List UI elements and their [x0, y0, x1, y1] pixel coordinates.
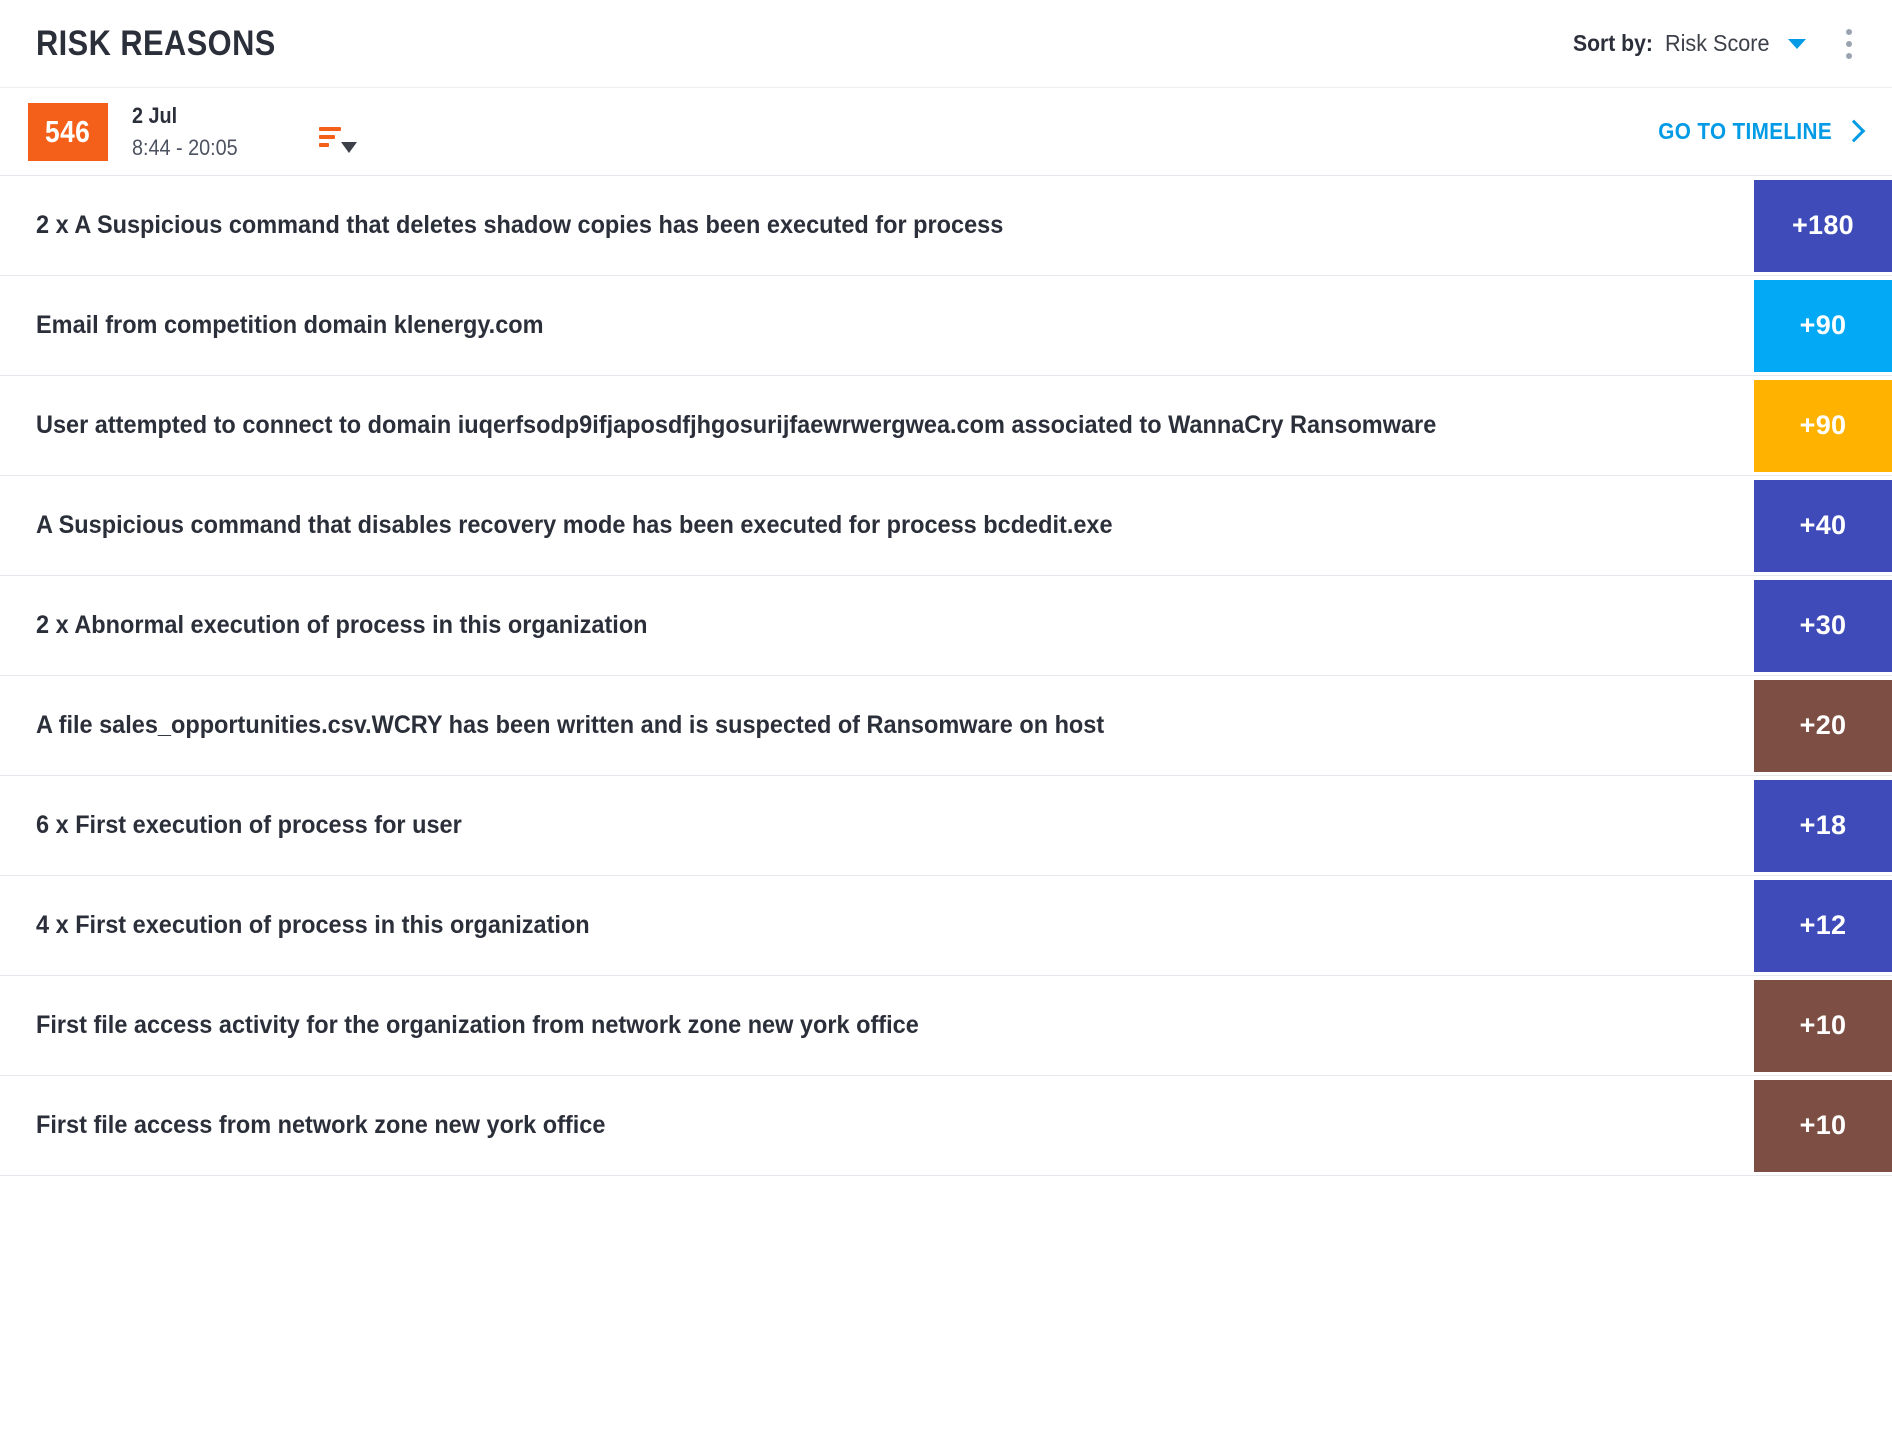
- table-row[interactable]: A file sales_opportunities.csv.WCRY has …: [0, 676, 1892, 776]
- reason-label: 2 x Abnormal execution of process in thi…: [36, 611, 648, 639]
- kebab-dot: [1846, 52, 1852, 59]
- score-badge-cell: +12: [1754, 876, 1892, 975]
- page-title: RISK REASONS: [36, 23, 276, 63]
- filter-bar: [319, 142, 330, 147]
- score-badge-cell: +90: [1754, 276, 1892, 375]
- chevron-right-icon: [1842, 119, 1866, 143]
- reason-text-cell: 2 x A Suspicious command that deletes sh…: [0, 176, 1754, 275]
- kebab-dot: [1846, 28, 1852, 35]
- reason-label: 2 x A Suspicious command that deletes sh…: [36, 211, 1004, 239]
- sort-filter-toggle[interactable]: [319, 111, 358, 153]
- reason-label: A file sales_opportunities.csv.WCRY has …: [36, 711, 1105, 739]
- date-label: 2 Jul: [132, 103, 178, 129]
- date-time-block: 2 Jul 8:44 - 20:05: [132, 104, 249, 158]
- status-badge: +12: [1754, 879, 1892, 972]
- table-row[interactable]: 4 x First execution of process in this o…: [0, 876, 1892, 976]
- risk-reasons-panel: RISK REASONS Sort by: Risk Score 546 2 J…: [0, 0, 1892, 1436]
- kebab-dot: [1846, 40, 1852, 47]
- chevron-down-icon[interactable]: [1788, 38, 1806, 49]
- reason-label: First file access activity for the organ…: [36, 1011, 919, 1039]
- header-controls: Sort by: Risk Score: [1566, 27, 1862, 61]
- risk-score-chip: 546: [28, 102, 108, 161]
- table-row[interactable]: A Suspicious command that disables recov…: [0, 476, 1892, 576]
- table-row[interactable]: First file access activity for the organ…: [0, 976, 1892, 1076]
- reason-label: Email from competition domain klenergy.c…: [36, 311, 544, 339]
- status-badge: +10: [1754, 979, 1892, 1072]
- reason-text-cell: 6 x First execution of process for user: [0, 776, 1754, 875]
- alert-summary-bar: 546 2 Jul 8:44 - 20:05 GO TO TIMELINE: [0, 88, 1892, 176]
- sort-by-label: Sort by:: [1572, 30, 1653, 56]
- reason-label: First file access from network zone new …: [36, 1111, 606, 1139]
- status-badge: +18: [1754, 779, 1892, 872]
- table-row[interactable]: 2 x Abnormal execution of process in thi…: [0, 576, 1892, 676]
- reason-label: A Suspicious command that disables recov…: [36, 511, 1113, 539]
- reason-text-cell: First file access activity for the organ…: [0, 976, 1754, 1075]
- score-badge-cell: +90: [1754, 376, 1892, 475]
- sort-filter-icon: [319, 126, 342, 153]
- reason-text-cell: A Suspicious command that disables recov…: [0, 476, 1754, 575]
- reason-label: User attempted to connect to domain iuqe…: [36, 411, 1437, 439]
- reason-text-cell: 2 x Abnormal execution of process in thi…: [0, 576, 1754, 675]
- reason-text-cell: User attempted to connect to domain iuqe…: [0, 376, 1754, 475]
- table-row[interactable]: Email from competition domain klenergy.c…: [0, 276, 1892, 376]
- table-row[interactable]: 2 x A Suspicious command that deletes sh…: [0, 176, 1892, 276]
- risk-reasons-list: 2 x A Suspicious command that deletes sh…: [0, 176, 1892, 1436]
- status-badge: +90: [1754, 379, 1892, 472]
- reason-text-cell: 4 x First execution of process in this o…: [0, 876, 1754, 975]
- reason-label: 4 x First execution of process in this o…: [36, 911, 590, 939]
- table-row[interactable]: User attempted to connect to domain iuqe…: [0, 376, 1892, 476]
- score-badge-cell: +10: [1754, 976, 1892, 1075]
- panel-header: RISK REASONS Sort by: Risk Score: [0, 0, 1892, 88]
- score-badge-cell: +40: [1754, 476, 1892, 575]
- table-row[interactable]: First file access from network zone new …: [0, 1076, 1892, 1176]
- time-range-label: 8:44 - 20:05: [132, 134, 238, 160]
- reason-text-cell: First file access from network zone new …: [0, 1076, 1754, 1175]
- score-badge-cell: +30: [1754, 576, 1892, 675]
- status-badge: +30: [1754, 579, 1892, 672]
- go-to-timeline-label: GO TO TIMELINE: [1658, 118, 1832, 144]
- status-badge: +40: [1754, 479, 1892, 572]
- filter-bar: [319, 126, 342, 131]
- score-badge-cell: +180: [1754, 176, 1892, 275]
- status-badge: +10: [1754, 1079, 1892, 1172]
- reason-text-cell: A file sales_opportunities.csv.WCRY has …: [0, 676, 1754, 775]
- filter-bar: [319, 134, 336, 139]
- status-badge: +90: [1754, 279, 1892, 372]
- table-row[interactable]: 6 x First execution of process for user +…: [0, 776, 1892, 876]
- score-badge-cell: +20: [1754, 676, 1892, 775]
- kebab-menu-icon[interactable]: [1836, 27, 1862, 61]
- score-badge-cell: +10: [1754, 1076, 1892, 1175]
- status-badge: +20: [1754, 679, 1892, 772]
- reason-label: 6 x First execution of process for user: [36, 811, 462, 839]
- chevron-down-icon: [341, 141, 358, 153]
- status-badge: +180: [1754, 179, 1892, 272]
- score-badge-cell: +18: [1754, 776, 1892, 875]
- sort-by-value[interactable]: Risk Score: [1665, 30, 1770, 57]
- risk-score-value: 546: [45, 113, 91, 149]
- go-to-timeline-link[interactable]: GO TO TIMELINE: [1639, 118, 1866, 145]
- reason-text-cell: Email from competition domain klenergy.c…: [0, 276, 1754, 375]
